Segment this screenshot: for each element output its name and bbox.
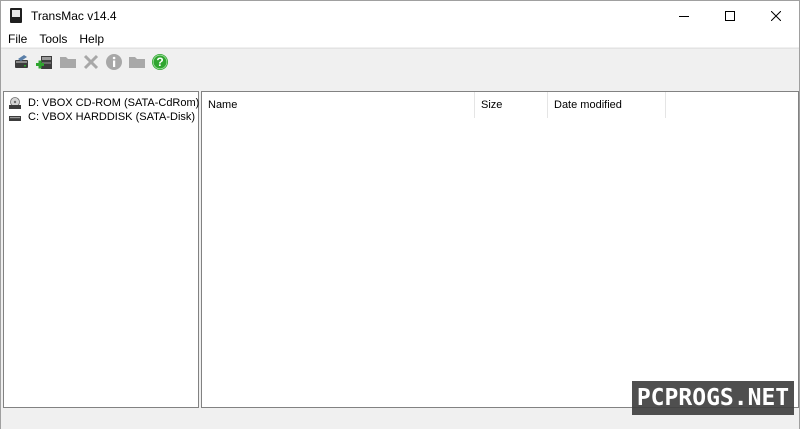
info-icon bbox=[106, 53, 122, 70]
help-button[interactable]: ? bbox=[150, 52, 170, 72]
delete-icon bbox=[83, 54, 99, 69]
title-bar[interactable]: TransMac v14.4 bbox=[1, 1, 799, 31]
column-header-size[interactable]: Size bbox=[475, 92, 548, 118]
new-folder-icon bbox=[129, 56, 145, 68]
minimize-button[interactable] bbox=[661, 1, 707, 31]
list-header: Name Size Date modified bbox=[202, 92, 798, 118]
open-disk-icon bbox=[15, 54, 28, 68]
app-icon bbox=[9, 8, 23, 24]
close-button[interactable] bbox=[753, 1, 799, 31]
hard-disk-icon bbox=[8, 111, 22, 123]
cdrom-drive-icon bbox=[8, 97, 22, 109]
delete-button[interactable] bbox=[81, 52, 101, 72]
new-disk-image-icon bbox=[36, 55, 52, 69]
maximize-icon bbox=[725, 11, 735, 21]
menu-tools[interactable]: Tools bbox=[33, 31, 73, 47]
file-list[interactable]: Name Size Date modified bbox=[201, 91, 799, 408]
tree-item-label: C: VBOX HARDDISK (SATA-Disk) bbox=[28, 111, 196, 123]
open-disk-button[interactable] bbox=[12, 52, 32, 72]
column-header-name[interactable]: Name bbox=[202, 92, 475, 118]
info-button[interactable] bbox=[104, 52, 124, 72]
folder-button[interactable] bbox=[58, 52, 78, 72]
tree-item-label: D: VBOX CD-ROM (SATA-CdRom) bbox=[28, 97, 200, 109]
app-window: TransMac v14.4 File Tools Help ? D: VBOX… bbox=[0, 0, 800, 429]
close-icon bbox=[771, 11, 781, 21]
folder-icon bbox=[60, 56, 76, 68]
new-disk-image-button[interactable] bbox=[35, 52, 55, 72]
maximize-button[interactable] bbox=[707, 1, 753, 31]
tree-item-harddisk[interactable]: C: VBOX HARDDISK (SATA-Disk) bbox=[8, 110, 195, 124]
column-header-date-modified[interactable]: Date modified bbox=[548, 92, 666, 118]
window-controls bbox=[661, 1, 799, 31]
minimize-icon bbox=[679, 16, 689, 17]
svg-text:?: ? bbox=[156, 55, 163, 69]
toolbar: ? bbox=[1, 48, 799, 74]
menu-bar: File Tools Help bbox=[1, 31, 799, 47]
drive-tree[interactable]: D: VBOX CD-ROM (SATA-CdRom) C: VBOX HARD… bbox=[3, 91, 199, 408]
menu-help[interactable]: Help bbox=[73, 31, 110, 47]
menu-file[interactable]: File bbox=[1, 31, 33, 47]
window-title: TransMac v14.4 bbox=[31, 9, 117, 23]
watermark: PCPROGS.NET bbox=[632, 381, 794, 415]
tree-item-cdrom[interactable]: D: VBOX CD-ROM (SATA-CdRom) bbox=[8, 96, 199, 110]
help-icon: ? bbox=[152, 53, 168, 70]
new-folder-button[interactable] bbox=[127, 52, 147, 72]
